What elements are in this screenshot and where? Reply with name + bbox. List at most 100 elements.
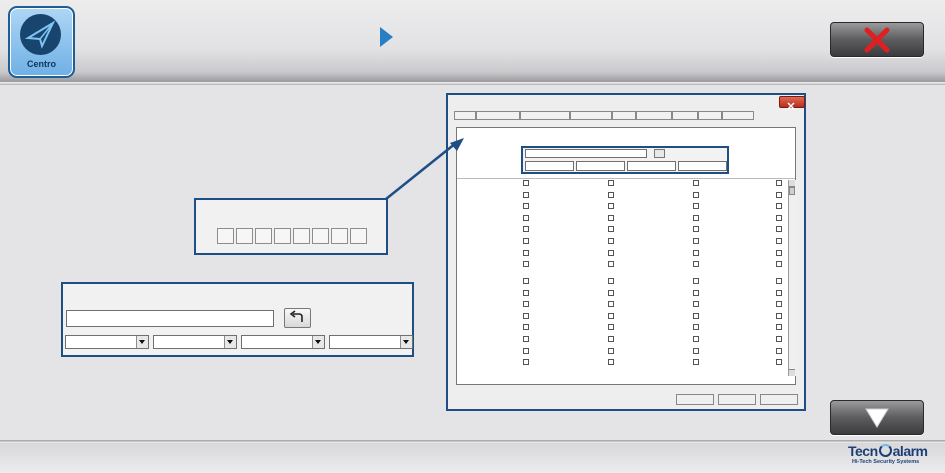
grid-checkbox[interactable] [523, 359, 529, 365]
grid-checkbox[interactable] [608, 238, 614, 244]
grid-checkbox[interactable] [523, 336, 529, 342]
grid-checkbox[interactable] [693, 324, 699, 330]
grid-checkbox[interactable] [776, 348, 782, 354]
grid-checkbox[interactable] [523, 226, 529, 232]
grid-checkbox[interactable] [608, 180, 614, 186]
grid-checkbox[interactable] [693, 313, 699, 319]
dialog-button-2[interactable] [718, 394, 756, 405]
grid-checkbox[interactable] [693, 290, 699, 296]
grid-checkbox[interactable] [776, 359, 782, 365]
grid-checkbox[interactable] [523, 324, 529, 330]
square-cell-3[interactable] [255, 228, 272, 244]
filter-combo-2[interactable] [153, 335, 237, 349]
grid-checkbox[interactable] [693, 261, 699, 267]
grid-checkbox[interactable] [693, 348, 699, 354]
grid-checkbox[interactable] [523, 290, 529, 296]
grid-checkbox[interactable] [523, 192, 529, 198]
square-cell-4[interactable] [274, 228, 291, 244]
tecnoalarm-logo: Tecn alarm Hi-Tech Security Systems [848, 444, 940, 470]
grid-checkbox[interactable] [608, 261, 614, 267]
grid-checkbox[interactable] [776, 250, 782, 256]
grid-checkbox[interactable] [608, 250, 614, 256]
scroll-thumb[interactable] [789, 187, 795, 195]
square-cell-5[interactable] [293, 228, 310, 244]
scrollbar[interactable] [788, 180, 796, 376]
search-input[interactable] [66, 310, 274, 327]
grid-checkbox[interactable] [608, 203, 614, 209]
tab-6[interactable] [636, 111, 672, 120]
dialog-close-button[interactable] [779, 96, 805, 110]
undo-button[interactable] [284, 308, 311, 328]
grid-checkbox[interactable] [608, 359, 614, 365]
grid-checkbox[interactable] [608, 226, 614, 232]
grid-checkbox[interactable] [693, 278, 699, 284]
grid-checkbox[interactable] [608, 313, 614, 319]
square-cell-2[interactable] [236, 228, 253, 244]
grid-checkbox[interactable] [776, 336, 782, 342]
filter-combo-1[interactable] [65, 335, 149, 349]
grid-checkbox[interactable] [608, 301, 614, 307]
tab-5[interactable] [612, 111, 636, 120]
tab-3[interactable] [520, 111, 570, 120]
grid-checkbox[interactable] [608, 278, 614, 284]
grid-checkbox[interactable] [523, 261, 529, 267]
grid-checkbox[interactable] [693, 226, 699, 232]
grid-checkbox[interactable] [523, 215, 529, 221]
grid-checkbox[interactable] [523, 301, 529, 307]
scroll-down-arrow[interactable] [789, 369, 795, 376]
grid-checkbox[interactable] [608, 215, 614, 221]
tab-9[interactable] [722, 111, 754, 120]
grid-checkbox[interactable] [776, 180, 782, 186]
grid-checkbox[interactable] [608, 336, 614, 342]
tab-7[interactable] [672, 111, 698, 120]
filter-combo-4[interactable] [329, 335, 413, 349]
grid-checkbox[interactable] [776, 203, 782, 209]
grid-checkbox[interactable] [608, 192, 614, 198]
dialog-window [446, 93, 806, 411]
close-button[interactable] [830, 22, 924, 57]
grid-checkbox[interactable] [523, 203, 529, 209]
grid-checkbox[interactable] [523, 250, 529, 256]
dialog-button-3[interactable] [760, 394, 798, 405]
square-cell-7[interactable] [331, 228, 348, 244]
grid-checkbox[interactable] [608, 290, 614, 296]
tab-4[interactable] [570, 111, 612, 120]
grid-checkbox[interactable] [776, 324, 782, 330]
grid-checkbox[interactable] [693, 359, 699, 365]
grid-checkbox[interactable] [523, 348, 529, 354]
grid-checkbox[interactable] [693, 238, 699, 244]
grid-checkbox[interactable] [523, 238, 529, 244]
grid-checkbox[interactable] [776, 215, 782, 221]
scroll-up-arrow[interactable] [789, 180, 795, 187]
grid-checkbox[interactable] [693, 301, 699, 307]
dialog-button-1[interactable] [676, 394, 714, 405]
grid-checkbox[interactable] [693, 250, 699, 256]
square-cell-6[interactable] [312, 228, 329, 244]
grid-checkbox[interactable] [608, 348, 614, 354]
square-cell-1[interactable] [217, 228, 234, 244]
grid-checkbox[interactable] [693, 180, 699, 186]
grid-checkbox[interactable] [776, 278, 782, 284]
square-cell-8[interactable] [350, 228, 367, 244]
centro-app-button[interactable]: Centro [8, 6, 75, 78]
grid-checkbox[interactable] [523, 278, 529, 284]
grid-checkbox[interactable] [776, 192, 782, 198]
tab-8[interactable] [698, 111, 722, 120]
grid-checkbox[interactable] [608, 324, 614, 330]
grid-checkbox[interactable] [693, 203, 699, 209]
grid-checkbox[interactable] [693, 215, 699, 221]
grid-checkbox[interactable] [776, 313, 782, 319]
grid-checkbox[interactable] [693, 336, 699, 342]
grid-checkbox[interactable] [523, 313, 529, 319]
grid-checkbox[interactable] [693, 192, 699, 198]
filter-combo-3[interactable] [241, 335, 325, 349]
tab-2[interactable] [476, 111, 520, 120]
grid-checkbox[interactable] [776, 261, 782, 267]
grid-checkbox[interactable] [776, 290, 782, 296]
grid-checkbox[interactable] [776, 301, 782, 307]
scroll-down-button[interactable] [830, 400, 924, 435]
grid-checkbox[interactable] [776, 238, 782, 244]
grid-checkbox[interactable] [523, 180, 529, 186]
grid-checkbox[interactable] [776, 226, 782, 232]
tab-1[interactable] [454, 111, 476, 120]
